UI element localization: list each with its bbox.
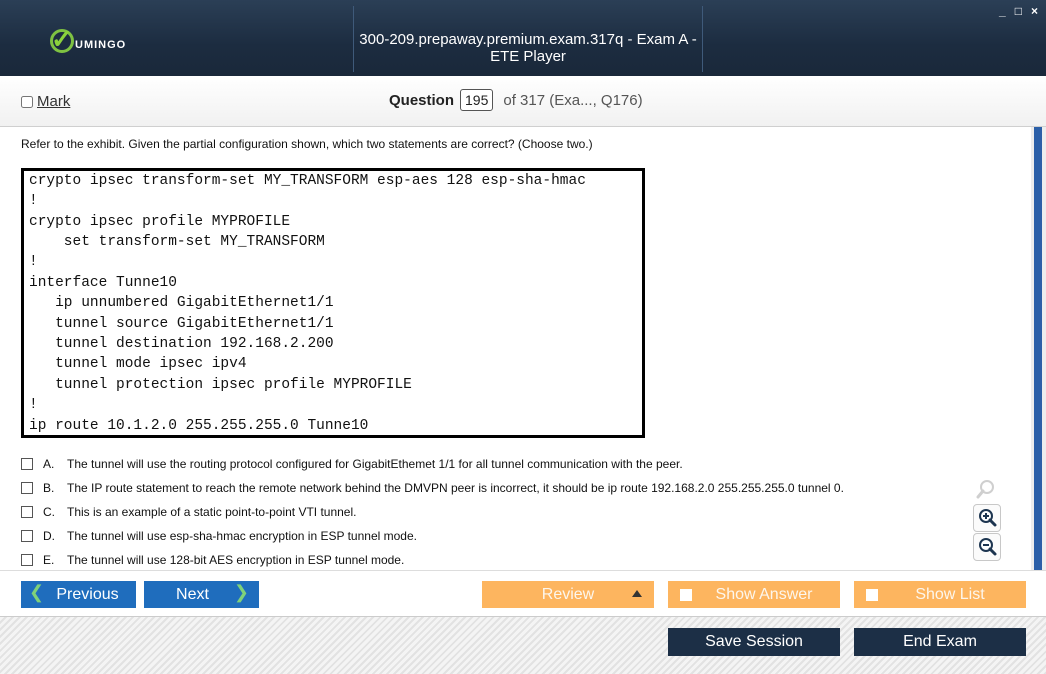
answer-checkbox[interactable] xyxy=(21,458,33,470)
answer-option-e[interactable]: E. The tunnel will use 128-bit AES encry… xyxy=(21,551,404,569)
logo-text: UMINGO xyxy=(75,39,127,51)
review-button[interactable]: Review xyxy=(482,581,654,608)
content-scrollbar[interactable] xyxy=(1031,127,1046,570)
review-label: Review xyxy=(541,585,595,603)
answer-checkbox[interactable] xyxy=(21,506,33,518)
answer-text: The tunnel will use esp-sha-hmac encrypt… xyxy=(67,529,417,543)
title-divider xyxy=(702,6,703,72)
answer-letter: B. xyxy=(43,481,55,495)
next-button[interactable]: Next ❯ xyxy=(144,581,259,608)
question-label: Question xyxy=(389,91,455,109)
answer-checkbox[interactable] xyxy=(21,530,33,542)
chevron-right-icon: ❯ xyxy=(233,582,249,602)
exhibit-line: tunnel mode ipsec ipv4 xyxy=(29,356,247,372)
answer-checkbox[interactable] xyxy=(21,482,33,494)
previous-button[interactable]: ❮ Previous xyxy=(21,581,136,608)
exhibit-line: tunnel destination 192.168.2.200 xyxy=(29,336,334,352)
answer-option-d[interactable]: D. The tunnel will use esp-sha-hmac encr… xyxy=(21,527,417,545)
answer-letter: A. xyxy=(43,457,55,471)
question-content: Refer to the exhibit. Given the partial … xyxy=(0,127,1031,570)
show-answer-checkbox[interactable] xyxy=(680,589,692,601)
mark-checkbox-input[interactable] xyxy=(21,95,33,108)
exhibit-line: ! xyxy=(29,193,38,209)
answer-checkbox[interactable] xyxy=(21,554,33,566)
navigation-toolbar: ❮ Previous Next ❯ Review Show Answer Sho… xyxy=(0,570,1046,617)
end-exam-button[interactable]: End Exam xyxy=(854,628,1026,656)
previous-label: Previous xyxy=(56,585,119,603)
exhibit-line: crypto ipsec profile MYPROFILE xyxy=(29,214,291,230)
show-list-button[interactable]: Show List xyxy=(854,581,1026,608)
zoom-out-icon[interactable] xyxy=(973,533,1001,561)
answer-option-b[interactable]: B. The IP route statement to reach the r… xyxy=(21,479,844,497)
minimize-icon[interactable]: _ xyxy=(999,4,1006,18)
exhibit-line: ip unnumbered GigabitEthernet1/1 xyxy=(29,295,334,311)
zoom-reset-icon[interactable] xyxy=(973,476,999,502)
footer-bar: Save Session End Exam xyxy=(0,616,1046,674)
answer-text: The tunnel will use 128-bit AES encrypti… xyxy=(67,553,405,567)
answer-letter: D. xyxy=(43,529,55,543)
exhibit-config: crypto ipsec transform-set MY_TRANSFORM … xyxy=(21,168,645,438)
exhibit-line: tunnel protection ipsec profile MYPROFIL… xyxy=(29,377,412,393)
app-logo: ✓ UMINGO xyxy=(50,24,127,55)
exhibit-line: ! xyxy=(29,254,38,270)
answer-text: This is an example of a static point-to-… xyxy=(67,505,357,519)
question-counter: Question 195 of 317 (Exa..., Q176) xyxy=(389,89,643,111)
mark-label: Mark xyxy=(37,93,71,110)
scrollbar-thumb[interactable] xyxy=(1034,127,1042,570)
show-list-checkbox[interactable] xyxy=(866,589,878,601)
window-controls: _ □ × xyxy=(999,4,1038,18)
question-of-text: of 317 (Exa..., Q176) xyxy=(503,91,643,109)
show-answer-button[interactable]: Show Answer xyxy=(668,581,840,608)
title-bar: ✓ UMINGO 300-209.prepaway.premium.exam.3… xyxy=(0,0,1046,76)
mark-checkbox[interactable]: Mark xyxy=(21,93,70,110)
question-prompt: Refer to the exhibit. Given the partial … xyxy=(21,137,593,151)
answer-text: The IP route statement to reach the remo… xyxy=(67,481,844,495)
question-header: Mark Question 195 of 317 (Exa..., Q176) xyxy=(0,76,1046,127)
exhibit-line: ip route 10.1.2.0 255.255.255.0 Tunne10 xyxy=(29,418,369,434)
answer-letter: C. xyxy=(43,505,55,519)
exhibit-line: set transform-set MY_TRANSFORM xyxy=(29,234,325,250)
triangle-up-icon xyxy=(632,590,642,597)
zoom-in-icon[interactable] xyxy=(973,504,1001,532)
next-label: Next xyxy=(176,585,209,603)
maximize-icon[interactable]: □ xyxy=(1015,4,1022,18)
chevron-left-icon: ❮ xyxy=(29,582,45,602)
show-list-label: Show List xyxy=(915,585,985,603)
logo-check-icon: ✓ xyxy=(50,24,74,54)
show-answer-label: Show Answer xyxy=(715,585,813,603)
answer-text: The tunnel will use the routing protocol… xyxy=(67,457,683,471)
save-session-button[interactable]: Save Session xyxy=(668,628,840,656)
exhibit-line: interface Tunne10 xyxy=(29,275,177,291)
exhibit-line: ! xyxy=(29,397,38,413)
answer-option-a[interactable]: A. The tunnel will use the routing proto… xyxy=(21,455,683,473)
exhibit-line: crypto ipsec transform-set MY_TRANSFORM … xyxy=(29,173,586,189)
answer-letter: E. xyxy=(43,553,55,567)
question-number-input[interactable]: 195 xyxy=(460,89,494,111)
window-title: 300-209.prepaway.premium.exam.317q - Exa… xyxy=(359,31,697,65)
answer-option-c[interactable]: C. This is an example of a static point-… xyxy=(21,503,356,521)
close-icon[interactable]: × xyxy=(1031,4,1038,18)
exhibit-line: tunnel source GigabitEthernet1/1 xyxy=(29,316,334,332)
